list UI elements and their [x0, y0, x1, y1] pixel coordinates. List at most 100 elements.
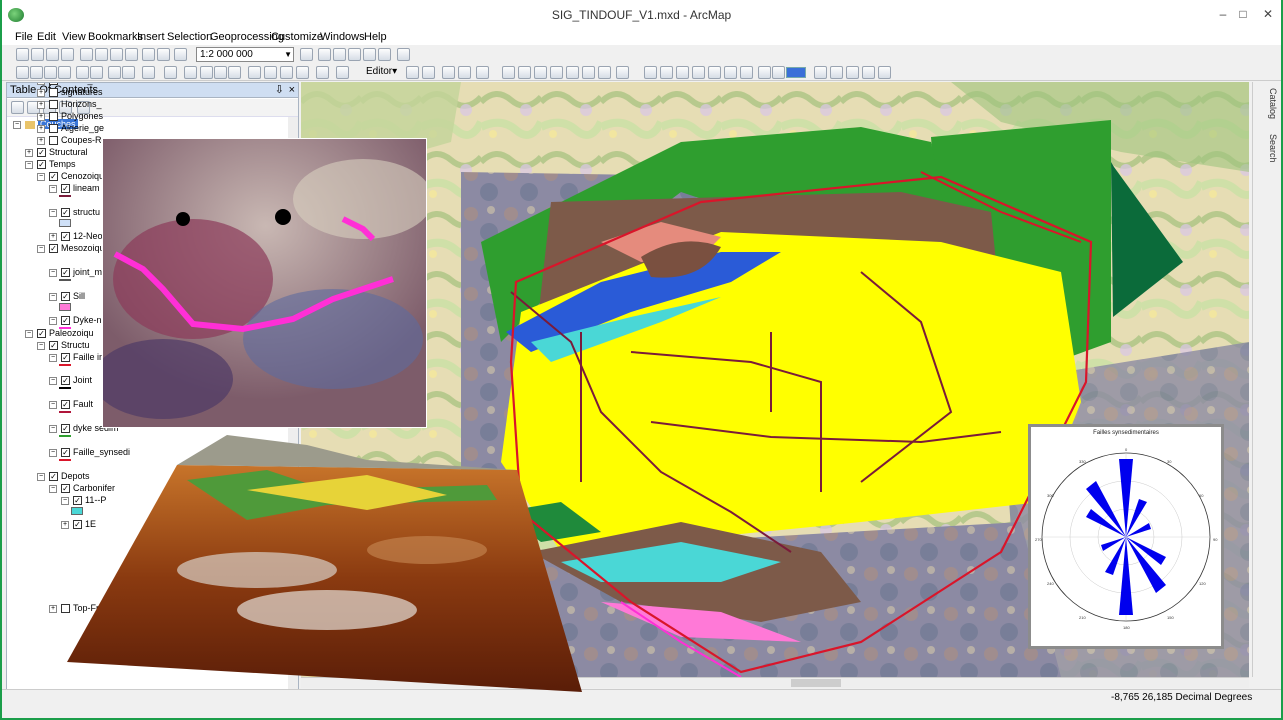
toc-layer-row[interactable]: − ✓ Joint: [49, 374, 92, 386]
edit-tool-icon[interactable]: [406, 66, 419, 79]
table-of-contents-icon[interactable]: [318, 48, 331, 61]
add-data-icon[interactable]: [174, 48, 187, 61]
menu-bookmarks[interactable]: Bookmarks: [88, 31, 143, 43]
expand-icon[interactable]: +: [37, 136, 45, 145]
export-map-icon[interactable]: [878, 66, 891, 79]
editor-toolbar-icon[interactable]: [300, 48, 313, 61]
full-extent-icon[interactable]: [58, 66, 71, 79]
toc-layer-row[interactable]: + Coupes-Re: [37, 134, 107, 146]
toc-layer-row[interactable]: − ✓ Dyke-n: [49, 314, 102, 326]
collapse-icon[interactable]: −: [37, 244, 45, 253]
layer-visibility-checkbox[interactable]: ✓: [37, 148, 46, 158]
attributes-icon[interactable]: [582, 66, 595, 79]
pan-icon[interactable]: [44, 66, 57, 79]
toc-layer-row[interactable]: − ✓ joint_m: [49, 266, 102, 278]
menu-help[interactable]: Help: [364, 31, 387, 43]
trace-icon[interactable]: [476, 66, 489, 79]
collapse-icon[interactable]: −: [49, 484, 57, 493]
collapse-icon[interactable]: −: [49, 448, 57, 457]
collapse-icon[interactable]: −: [25, 160, 33, 169]
layer-visibility-checkbox[interactable]: ✓: [61, 184, 70, 194]
layer-visibility-checkbox[interactable]: ✓: [49, 341, 58, 351]
layer-visibility-checkbox[interactable]: ✓: [49, 172, 58, 182]
toc-layer-row[interactable]: − ✓ Mesozoiqu: [37, 242, 105, 254]
layer-color-field[interactable]: [786, 67, 806, 78]
minimize-button[interactable]: –: [1212, 5, 1234, 23]
delete-icon[interactable]: [125, 48, 138, 61]
sketch-properties-icon[interactable]: [598, 66, 611, 79]
control-points-icon[interactable]: [724, 66, 737, 79]
menu-insert[interactable]: Insert: [137, 31, 165, 43]
layer-visibility-checkbox[interactable]: ✓: [61, 208, 70, 218]
georef-tool-icon[interactable]: [644, 66, 657, 79]
layer-visibility-checkbox[interactable]: ✓: [61, 400, 70, 410]
fixed-zoom-in-icon[interactable]: [76, 66, 89, 79]
find-icon[interactable]: [264, 66, 277, 79]
expand-icon[interactable]: +: [37, 88, 45, 97]
create-features-icon[interactable]: [616, 66, 629, 79]
edit-vertices-icon[interactable]: [502, 66, 515, 79]
layer-visibility-checkbox[interactable]: [49, 112, 58, 122]
undo-icon[interactable]: [142, 48, 155, 61]
catalog-window-icon[interactable]: [333, 48, 346, 61]
edit-annotation-icon[interactable]: [422, 66, 435, 79]
clear-selection-icon[interactable]: [164, 66, 177, 79]
toc-layer-row[interactable]: − ✓ Structu: [37, 339, 90, 351]
map-scale-dropdown[interactable]: 1:2 000 000 ▼: [196, 47, 294, 62]
back-extent-icon[interactable]: [108, 66, 121, 79]
expand-icon[interactable]: +: [49, 604, 57, 613]
collapse-icon[interactable]: −: [37, 172, 45, 181]
select-elements-icon[interactable]: [184, 66, 197, 79]
collapse-icon[interactable]: −: [49, 424, 57, 433]
reshape-feature-icon[interactable]: [518, 66, 531, 79]
expand-icon[interactable]: +: [37, 112, 45, 121]
layer-visibility-checkbox[interactable]: ✓: [61, 316, 70, 326]
georef-shift-icon[interactable]: [692, 66, 705, 79]
expand-icon[interactable]: +: [49, 232, 57, 241]
toc-layer-row[interactable]: − ✓ structu: [49, 206, 100, 218]
collapse-icon[interactable]: −: [49, 400, 57, 409]
collapse-icon[interactable]: −: [25, 329, 33, 338]
toc-layer-row[interactable]: + Algerie_ge: [37, 122, 104, 134]
expand-icon[interactable]: +: [37, 83, 45, 85]
toc-layer-row[interactable]: − ✓ lineam: [49, 182, 100, 194]
layer-visibility-checkbox[interactable]: ✓: [61, 353, 70, 363]
layer-visibility-checkbox[interactable]: ✓: [37, 329, 46, 339]
toc-layer-row[interactable]: − ✓ Cenozoiqu: [37, 170, 104, 182]
collapse-icon[interactable]: −: [49, 376, 57, 385]
toc-layer-row[interactable]: − ✓ Sill: [49, 290, 85, 302]
toc-layer-row[interactable]: + ✓ 12-Neo: [49, 230, 103, 242]
print-icon[interactable]: [61, 48, 74, 61]
html-popup-icon[interactable]: [228, 66, 241, 79]
collapse-icon[interactable]: −: [13, 120, 21, 129]
arctoolbox-icon[interactable]: [363, 48, 376, 61]
list-by-drawing-order-icon[interactable]: [11, 101, 24, 114]
menu-windows[interactable]: Windows: [320, 31, 365, 43]
collapse-icon[interactable]: −: [49, 292, 57, 301]
create-viewer-icon[interactable]: [336, 66, 349, 79]
expand-icon[interactable]: +: [37, 124, 45, 133]
copy-icon[interactable]: [95, 48, 108, 61]
expand-icon[interactable]: +: [37, 100, 45, 109]
layer-visibility-checkbox[interactable]: ✓: [61, 268, 70, 278]
menu-edit[interactable]: Edit: [37, 31, 56, 43]
rotate-icon[interactable]: [566, 66, 579, 79]
collapse-icon[interactable]: −: [49, 208, 57, 217]
model-builder-icon[interactable]: [397, 48, 410, 61]
forward-extent-icon[interactable]: [122, 66, 135, 79]
open-icon[interactable]: [31, 48, 44, 61]
python-window-icon[interactable]: [378, 48, 391, 61]
catalog-tab[interactable]: Catalog: [1266, 88, 1278, 119]
toc-layer-row[interactable]: + Polygones: [37, 110, 103, 122]
identify-icon[interactable]: [200, 66, 213, 79]
close-button[interactable]: ✕: [1256, 5, 1280, 23]
georef-fit-icon[interactable]: [660, 66, 673, 79]
zoom-out-icon[interactable]: [30, 66, 43, 79]
go-to-xy-icon[interactable]: [296, 66, 309, 79]
expand-icon[interactable]: +: [25, 148, 33, 157]
layer-visibility-checkbox[interactable]: ✓: [61, 376, 70, 386]
toc-layer-row[interactable]: + signatures: [37, 86, 103, 98]
paste-icon[interactable]: [110, 48, 123, 61]
close-icon[interactable]: ×: [289, 83, 295, 97]
hyperlink-icon[interactable]: [214, 66, 227, 79]
